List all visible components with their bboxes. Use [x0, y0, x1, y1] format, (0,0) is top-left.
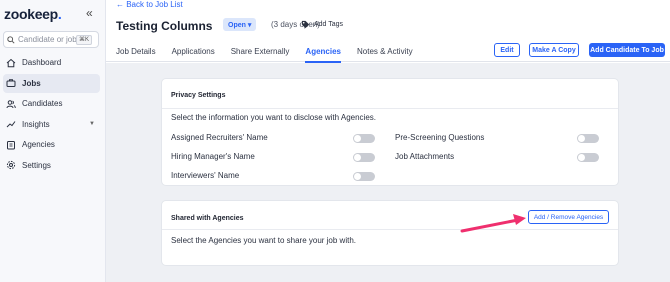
annotation-arrow-icon	[460, 214, 526, 233]
page-title: Testing Columns	[116, 19, 213, 33]
toggle-assigned-recruiters[interactable]	[353, 134, 375, 143]
status-dropdown[interactable]: Open ▾	[223, 18, 257, 31]
edit-button[interactable]: Edit	[494, 43, 520, 57]
app-logo[interactable]: zookeep.	[4, 6, 62, 22]
privacy-settings-card: Privacy Settings Select the information …	[161, 78, 619, 186]
main-content: Privacy Settings Select the information …	[106, 63, 670, 282]
tag-icon	[301, 20, 310, 29]
add-remove-agencies-button[interactable]: Add / Remove Agencies	[528, 210, 609, 224]
option-label: Pre-Screening Questions	[395, 133, 485, 142]
sidebar-item-agencies[interactable]: Agencies	[3, 135, 100, 154]
briefcase-icon	[6, 78, 16, 88]
privacy-settings-title: Privacy Settings	[171, 92, 226, 99]
search-box[interactable]: ⌘K	[3, 31, 99, 48]
sidebar-nav: Dashboard Jobs Candidates Insights ▼ Age…	[0, 53, 105, 177]
tab-agencies[interactable]: Agencies	[305, 47, 341, 63]
sidebar-item-candidates[interactable]: Candidates	[3, 94, 100, 113]
add-tags-label: Add Tags	[314, 21, 344, 28]
gear-icon	[6, 160, 16, 170]
tab-share-externally[interactable]: Share Externally	[231, 47, 290, 63]
logo-dot: .	[57, 6, 62, 22]
toggle-job-attachments[interactable]	[577, 153, 599, 162]
sidebar-item-label: Settings	[22, 160, 51, 170]
job-tabs: Job Details Applications Share Externall…	[116, 47, 429, 63]
privacy-subtitle: Select the information you want to discl…	[171, 113, 376, 122]
make-a-copy-button[interactable]: Make A Copy	[529, 43, 579, 57]
shared-agencies-card: Shared with Agencies Add / Remove Agenci…	[161, 200, 619, 266]
sidebar-item-label: Insights	[22, 119, 50, 129]
sidebar-item-label: Jobs	[22, 78, 41, 88]
sidebar-item-insights[interactable]: Insights ▼	[3, 115, 100, 134]
users-icon	[6, 99, 16, 109]
chevron-down-icon[interactable]: ▼	[89, 121, 95, 127]
sidebar-item-label: Agencies	[22, 140, 55, 150]
divider	[162, 108, 618, 109]
tab-applications[interactable]: Applications	[172, 47, 215, 63]
shared-agencies-title: Shared with Agencies	[171, 215, 244, 222]
option-label: Job Attachments	[395, 152, 455, 161]
toggle-hiring-manager[interactable]	[353, 153, 375, 162]
collapse-sidebar-icon[interactable]: «	[86, 6, 93, 20]
sidebar-item-label: Dashboard	[22, 58, 62, 67]
search-icon	[7, 35, 15, 44]
search-input[interactable]	[18, 35, 76, 44]
sidebar-item-jobs[interactable]: Jobs	[3, 73, 100, 93]
sidebar-item-settings[interactable]: Settings	[3, 156, 100, 175]
home-icon	[6, 58, 16, 68]
add-tags-button[interactable]: Add Tags	[301, 20, 343, 29]
shortcut-badge: ⌘K	[76, 34, 93, 45]
toggle-interviewers[interactable]	[353, 172, 375, 181]
back-to-job-list-link[interactable]: ← Back to Job List	[116, 0, 183, 9]
job-header: ← Back to Job List Testing Columns Open …	[106, 0, 670, 63]
logo-text: zookeep	[4, 6, 58, 22]
tab-job-details[interactable]: Job Details	[116, 47, 156, 63]
sidebar-item-dashboard[interactable]: Dashboard	[3, 53, 100, 72]
option-label: Interviewers' Name	[171, 171, 240, 180]
chart-icon	[6, 119, 16, 129]
option-label: Assigned Recruiters' Name	[171, 133, 268, 142]
divider	[162, 229, 618, 230]
tab-notes-activity[interactable]: Notes & Activity	[357, 47, 413, 63]
option-label: Hiring Manager's Name	[171, 152, 255, 161]
sidebar: zookeep. « ⌘K Dashboard Jobs Candidates …	[0, 0, 106, 282]
toggle-pre-screening[interactable]	[577, 134, 599, 143]
sidebar-item-label: Candidates	[22, 99, 63, 109]
shared-subtitle: Select the Agencies you want to share yo…	[171, 236, 356, 245]
agency-icon	[6, 140, 16, 150]
add-candidate-button[interactable]: Add Candidate To Job	[589, 43, 665, 57]
